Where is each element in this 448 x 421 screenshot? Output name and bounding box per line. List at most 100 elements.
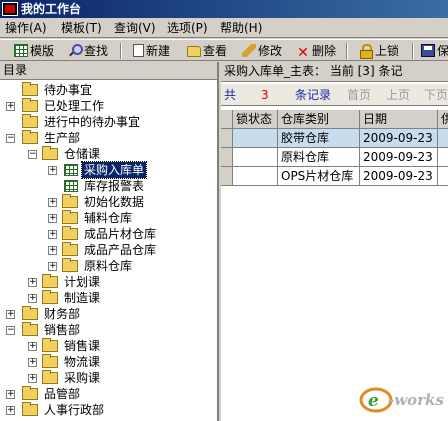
tree-item-sales[interactable]: − 销售部	[0, 322, 217, 338]
tree-item-purchase-receipt[interactable]: + 采购入库单	[0, 161, 217, 179]
expand-icon[interactable]: +	[6, 406, 15, 415]
supplier-cell[interactable]	[438, 148, 448, 167]
tree-item-todo[interactable]: 待办事宜	[0, 82, 217, 98]
tree-item-planning[interactable]: + 计划课	[0, 274, 217, 290]
save-button[interactable]: 保	[421, 42, 448, 60]
expand-icon[interactable]: +	[28, 358, 37, 367]
category-cell[interactable]: OPS片材仓库	[278, 167, 360, 186]
folder-icon	[42, 370, 58, 384]
folder-icon	[62, 242, 78, 256]
next-page-link[interactable]: 下页	[424, 84, 448, 106]
date-cell[interactable]: 2009-09-23	[360, 148, 438, 167]
folder-icon	[42, 338, 58, 352]
table-row[interactable]: 原料仓库 2009-09-23	[221, 148, 448, 167]
folder-icon	[22, 130, 38, 144]
menu-help[interactable]: 帮助(H)	[217, 20, 265, 36]
folder-icon	[62, 210, 78, 224]
lock-cell[interactable]	[233, 167, 278, 186]
lock-cell[interactable]	[233, 129, 278, 148]
folder-icon	[62, 258, 78, 272]
collapse-icon[interactable]: −	[6, 326, 15, 335]
menu-operate[interactable]: 操作(A)	[2, 20, 50, 36]
expand-icon[interactable]: +	[48, 262, 57, 271]
menu-template[interactable]: 模板(T)	[58, 20, 105, 36]
expand-icon[interactable]: +	[28, 294, 37, 303]
first-page-link[interactable]: 首页	[347, 84, 371, 106]
row-indicator[interactable]	[221, 129, 233, 148]
expand-icon[interactable]: +	[48, 166, 57, 175]
column-header-lock[interactable]: 锁状态	[233, 110, 278, 129]
expand-icon[interactable]: +	[28, 278, 37, 287]
open-folder-icon	[187, 46, 201, 57]
table-row[interactable]: OPS片材仓库 2009-09-23	[221, 167, 448, 186]
app-icon	[2, 2, 18, 16]
supplier-cell[interactable]	[438, 129, 448, 148]
expand-icon[interactable]: +	[48, 198, 57, 207]
row-indicator-header	[221, 110, 233, 129]
collapse-icon[interactable]: −	[28, 150, 37, 159]
expand-icon[interactable]: +	[48, 246, 57, 255]
template-button[interactable]: 模版	[14, 42, 54, 60]
folder-icon	[42, 354, 58, 368]
tree-item-sheet-warehouse[interactable]: + 成品片材仓库	[0, 226, 217, 242]
folder-icon	[62, 226, 78, 240]
folder-icon	[22, 306, 38, 320]
toolbar-separator	[346, 43, 348, 59]
tree-item-product-warehouse[interactable]: + 成品产品仓库	[0, 242, 217, 258]
find-button[interactable]: 查找	[68, 42, 108, 60]
row-indicator[interactable]	[221, 167, 233, 186]
tree-item-processed[interactable]: + 已处理工作	[0, 98, 217, 114]
expand-icon[interactable]: +	[28, 342, 37, 351]
column-header-supplier[interactable]: 供	[438, 110, 448, 129]
lock-button[interactable]: 上锁	[359, 42, 399, 60]
table-row[interactable]: 胶带仓库 2009-09-23	[221, 129, 448, 148]
tree-item-aux-warehouse[interactable]: + 辅料仓库	[0, 210, 217, 226]
svg-text:-works: -works	[388, 391, 444, 409]
tree-item-manufacturing[interactable]: + 制造课	[0, 290, 217, 306]
table-icon	[64, 180, 78, 192]
view-button[interactable]: 查看	[187, 42, 227, 60]
tree-item-quality[interactable]: + 品管部	[0, 386, 217, 402]
tree-item-in-progress[interactable]: 进行中的待办事宜	[0, 114, 217, 130]
category-cell[interactable]: 原料仓库	[278, 148, 360, 167]
tree-item-production[interactable]: − 生产部	[0, 130, 217, 146]
category-cell[interactable]: 胶带仓库	[278, 129, 360, 148]
menu-options[interactable]: 选项(P)	[164, 20, 211, 36]
tree-item-finance[interactable]: + 财务部	[0, 306, 217, 322]
new-button[interactable]: 新建	[133, 42, 170, 60]
tree-item-stock-alert[interactable]: 库存报警表	[0, 178, 217, 194]
directory-tree-panel: 目录 待办事宜 + 已处理工作 进行中的待办事宜 − 生产部 − 仓储课 + 采…	[0, 62, 219, 421]
date-cell[interactable]: 2009-09-23	[360, 129, 438, 148]
lock-cell[interactable]	[233, 148, 278, 167]
folder-icon	[22, 82, 38, 96]
expand-icon[interactable]: +	[48, 214, 57, 223]
tree-item-raw-warehouse[interactable]: + 原料仓库	[0, 258, 217, 274]
tree-item-sales-section[interactable]: + 销售课	[0, 338, 217, 354]
tree-item-init-data[interactable]: + 初始化数据	[0, 194, 217, 210]
edit-button[interactable]: 修改	[242, 42, 282, 60]
e-works-watermark-logo: e -works	[359, 387, 444, 413]
expand-icon[interactable]: +	[28, 374, 37, 383]
column-header-category[interactable]: 仓库类别	[278, 110, 360, 129]
tree-item-hr-admin[interactable]: + 人事行政部	[0, 402, 217, 418]
tree-item-logistics[interactable]: + 物流课	[0, 354, 217, 370]
menu-query[interactable]: 查询(V)	[111, 20, 159, 36]
save-icon	[421, 44, 435, 57]
expand-icon[interactable]: +	[48, 230, 57, 239]
expand-icon[interactable]: +	[6, 390, 15, 399]
search-icon	[68, 44, 83, 57]
date-cell[interactable]: 2009-09-23	[360, 167, 438, 186]
expand-icon[interactable]: +	[6, 310, 15, 319]
tree-item-warehouse[interactable]: − 仓储课	[0, 146, 217, 162]
row-indicator[interactable]	[221, 148, 233, 167]
folder-icon	[42, 274, 58, 288]
prev-page-link[interactable]: 上页	[386, 84, 410, 106]
column-header-date[interactable]: 日期	[360, 110, 438, 129]
collapse-icon[interactable]: −	[6, 134, 15, 143]
expand-icon[interactable]: +	[6, 102, 15, 111]
menu-bar: 操作(A) 模板(T) 查询(V) 选项(P) 帮助(H)	[0, 18, 448, 38]
folder-icon	[22, 114, 38, 128]
tree-item-procurement[interactable]: + 采购课	[0, 370, 217, 386]
delete-button[interactable]: ✕ 删除	[296, 42, 336, 60]
supplier-cell[interactable]	[438, 167, 448, 186]
